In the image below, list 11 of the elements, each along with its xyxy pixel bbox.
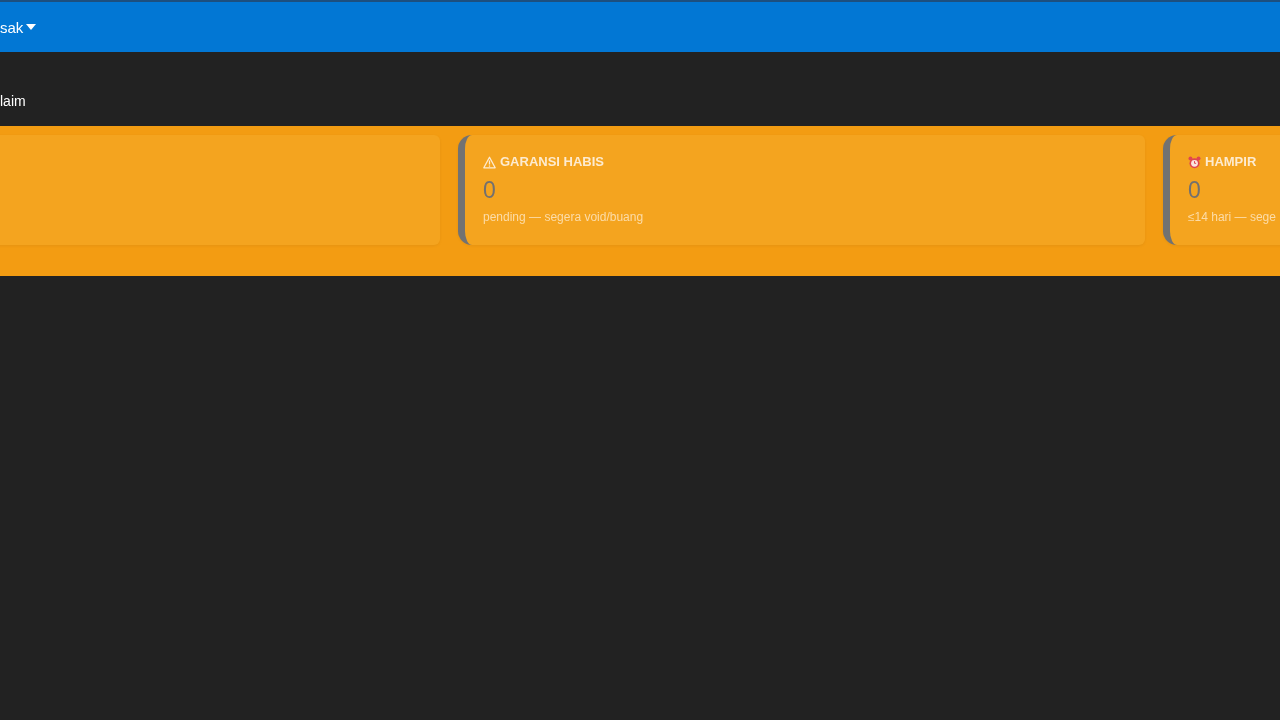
card-title: HAMPIR <box>1205 154 1257 170</box>
alarm-clock-icon <box>1188 155 1201 169</box>
caret-down-icon <box>26 24 37 30</box>
card-note: ≤14 hari — sege <box>1188 209 1276 225</box>
card-title: GARANSI HABIS <box>500 154 604 170</box>
card-value: 0 <box>483 177 496 203</box>
warning-icon <box>483 155 496 169</box>
dropdown-menu[interactable]: sak <box>0 19 37 35</box>
section-title: laim <box>0 92 26 110</box>
card-value: 0 <box>1188 177 1201 203</box>
card-note: pending — segera void/buang <box>483 209 644 225</box>
